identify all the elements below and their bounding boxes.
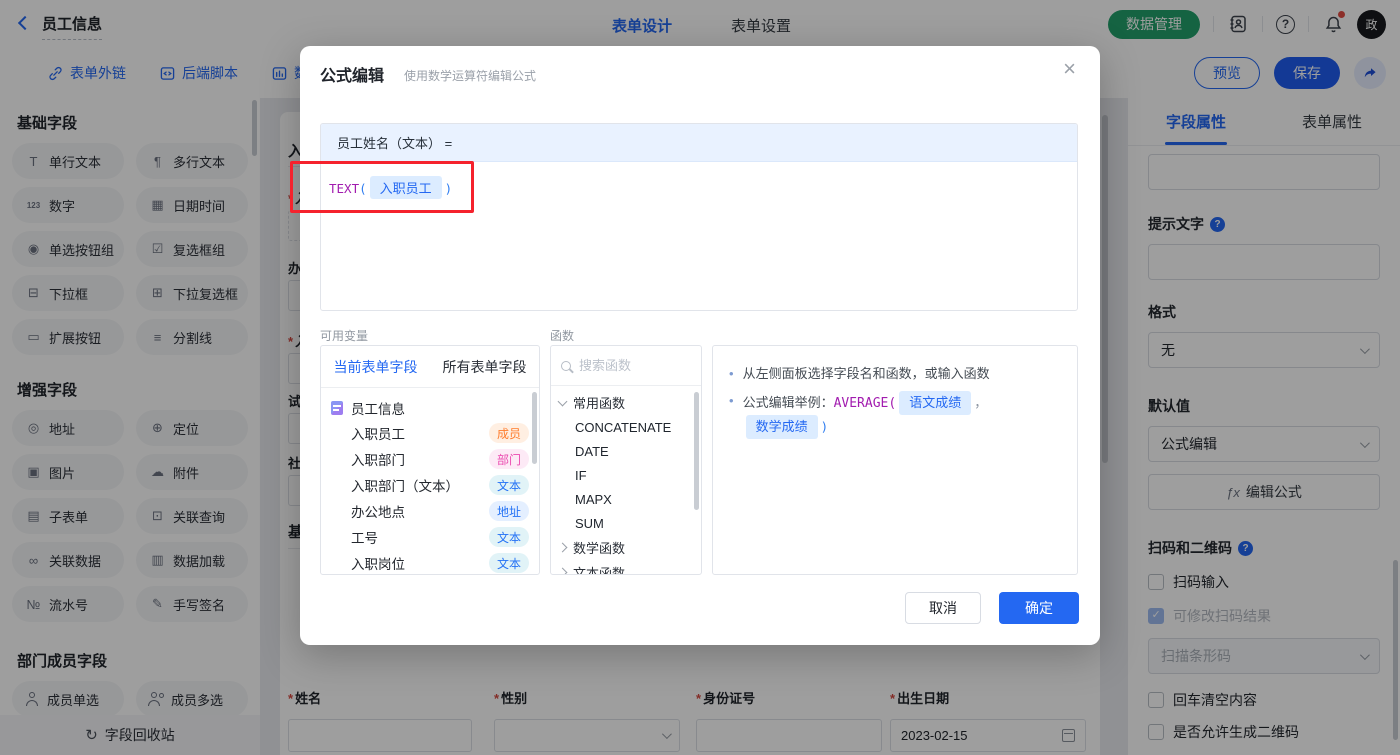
functions-label: 函数 bbox=[550, 329, 575, 343]
tip-line: 从左侧面板选择字段名和函数，或输入函数 bbox=[729, 364, 1061, 384]
app-root: 员工信息 表单设计 表单设置 数据管理 ? 政 表单外链 后端脚本 预览 保存 … bbox=[0, 0, 1400, 755]
type-tag: 文本 bbox=[488, 475, 529, 495]
variables-tabs: 当前表单字段 所有表单字段 bbox=[321, 346, 539, 388]
functions-panel: 常用函数 CONCATENATE DATE IF MAPX SUM 数学函数 文… bbox=[550, 345, 702, 575]
variable-row[interactable]: 办公地点 地址 bbox=[321, 498, 539, 524]
formula-expression[interactable]: TEXT(入职员工) bbox=[321, 162, 1077, 213]
variable-row[interactable]: 入职岗位 文本 bbox=[321, 550, 539, 574]
modal-title: 公式编辑 bbox=[320, 68, 385, 85]
variables-panel: 当前表单字段 所有表单字段 员工信息 入职员工 成员 入职部门 部门 入职部门（… bbox=[320, 345, 540, 575]
formula-editor[interactable]: 员工姓名（文本） = TEXT(入职员工) bbox=[320, 123, 1078, 311]
function-item[interactable]: CONCATENATE bbox=[551, 415, 701, 439]
modal-subtitle: 使用数学运算符编辑公式 bbox=[404, 69, 537, 83]
variables-label: 可用变量 bbox=[320, 329, 369, 343]
type-tag: 部门 bbox=[488, 449, 529, 469]
tip-example-line: 公式编辑举例：AVERAGE(语文成绩，数学成绩) bbox=[729, 391, 1061, 439]
form-doc-icon bbox=[331, 401, 343, 415]
tips-panel: 从左侧面板选择字段名和函数，或输入函数 公式编辑举例：AVERAGE(语文成绩，… bbox=[712, 345, 1078, 575]
cancel-button[interactable]: 取消 bbox=[905, 592, 981, 624]
function-item[interactable]: MAPX bbox=[551, 487, 701, 511]
variable-row[interactable]: 入职员工 成员 bbox=[321, 420, 539, 446]
variable-row[interactable]: 入职部门 部门 bbox=[321, 446, 539, 472]
functions-scrollbar[interactable] bbox=[694, 392, 699, 510]
function-item[interactable]: IF bbox=[551, 463, 701, 487]
confirm-button[interactable]: 确定 bbox=[999, 592, 1079, 624]
example-token: 语文成绩 bbox=[899, 391, 972, 415]
formula-edit-modal: 公式编辑 使用数学运算符编辑公式 × 员工姓名（文本） = TEXT(入职员工)… bbox=[300, 46, 1100, 645]
example-token: 数学成绩 bbox=[745, 415, 818, 439]
function-item[interactable]: DATE bbox=[551, 439, 701, 463]
function-search-input[interactable] bbox=[579, 358, 679, 373]
example-function: AVERAGE( bbox=[833, 396, 897, 411]
function-item[interactable]: SUM bbox=[551, 511, 701, 535]
type-tag: 文本 bbox=[488, 553, 529, 573]
variable-row[interactable]: 工号 文本 bbox=[321, 524, 539, 550]
function-group-common[interactable]: 常用函数 bbox=[551, 390, 701, 415]
variable-row[interactable]: 入职部门（文本） 文本 bbox=[321, 472, 539, 498]
tab-current-form-fields[interactable]: 当前表单字段 bbox=[321, 346, 430, 387]
search-icon bbox=[561, 360, 571, 371]
function-group-text[interactable]: 文本函数 bbox=[551, 560, 701, 574]
close-icon[interactable]: × bbox=[1063, 58, 1076, 80]
chevron-right-icon bbox=[557, 542, 568, 553]
function-group-math[interactable]: 数学函数 bbox=[551, 535, 701, 560]
form-node[interactable]: 员工信息 bbox=[321, 388, 539, 420]
type-tag: 成员 bbox=[488, 423, 529, 443]
type-tag: 文本 bbox=[488, 527, 529, 547]
variables-scrollbar[interactable] bbox=[532, 392, 537, 464]
chevron-down-icon bbox=[557, 396, 568, 406]
tab-all-form-fields[interactable]: 所有表单字段 bbox=[430, 346, 539, 387]
chevron-right-icon bbox=[557, 567, 568, 574]
formula-result-label: 员工姓名（文本） = bbox=[321, 124, 1077, 162]
field-token[interactable]: 入职员工 bbox=[369, 176, 442, 199]
type-tag: 地址 bbox=[488, 501, 529, 521]
function-keyword: TEXT bbox=[329, 181, 360, 196]
function-search[interactable] bbox=[551, 346, 701, 386]
